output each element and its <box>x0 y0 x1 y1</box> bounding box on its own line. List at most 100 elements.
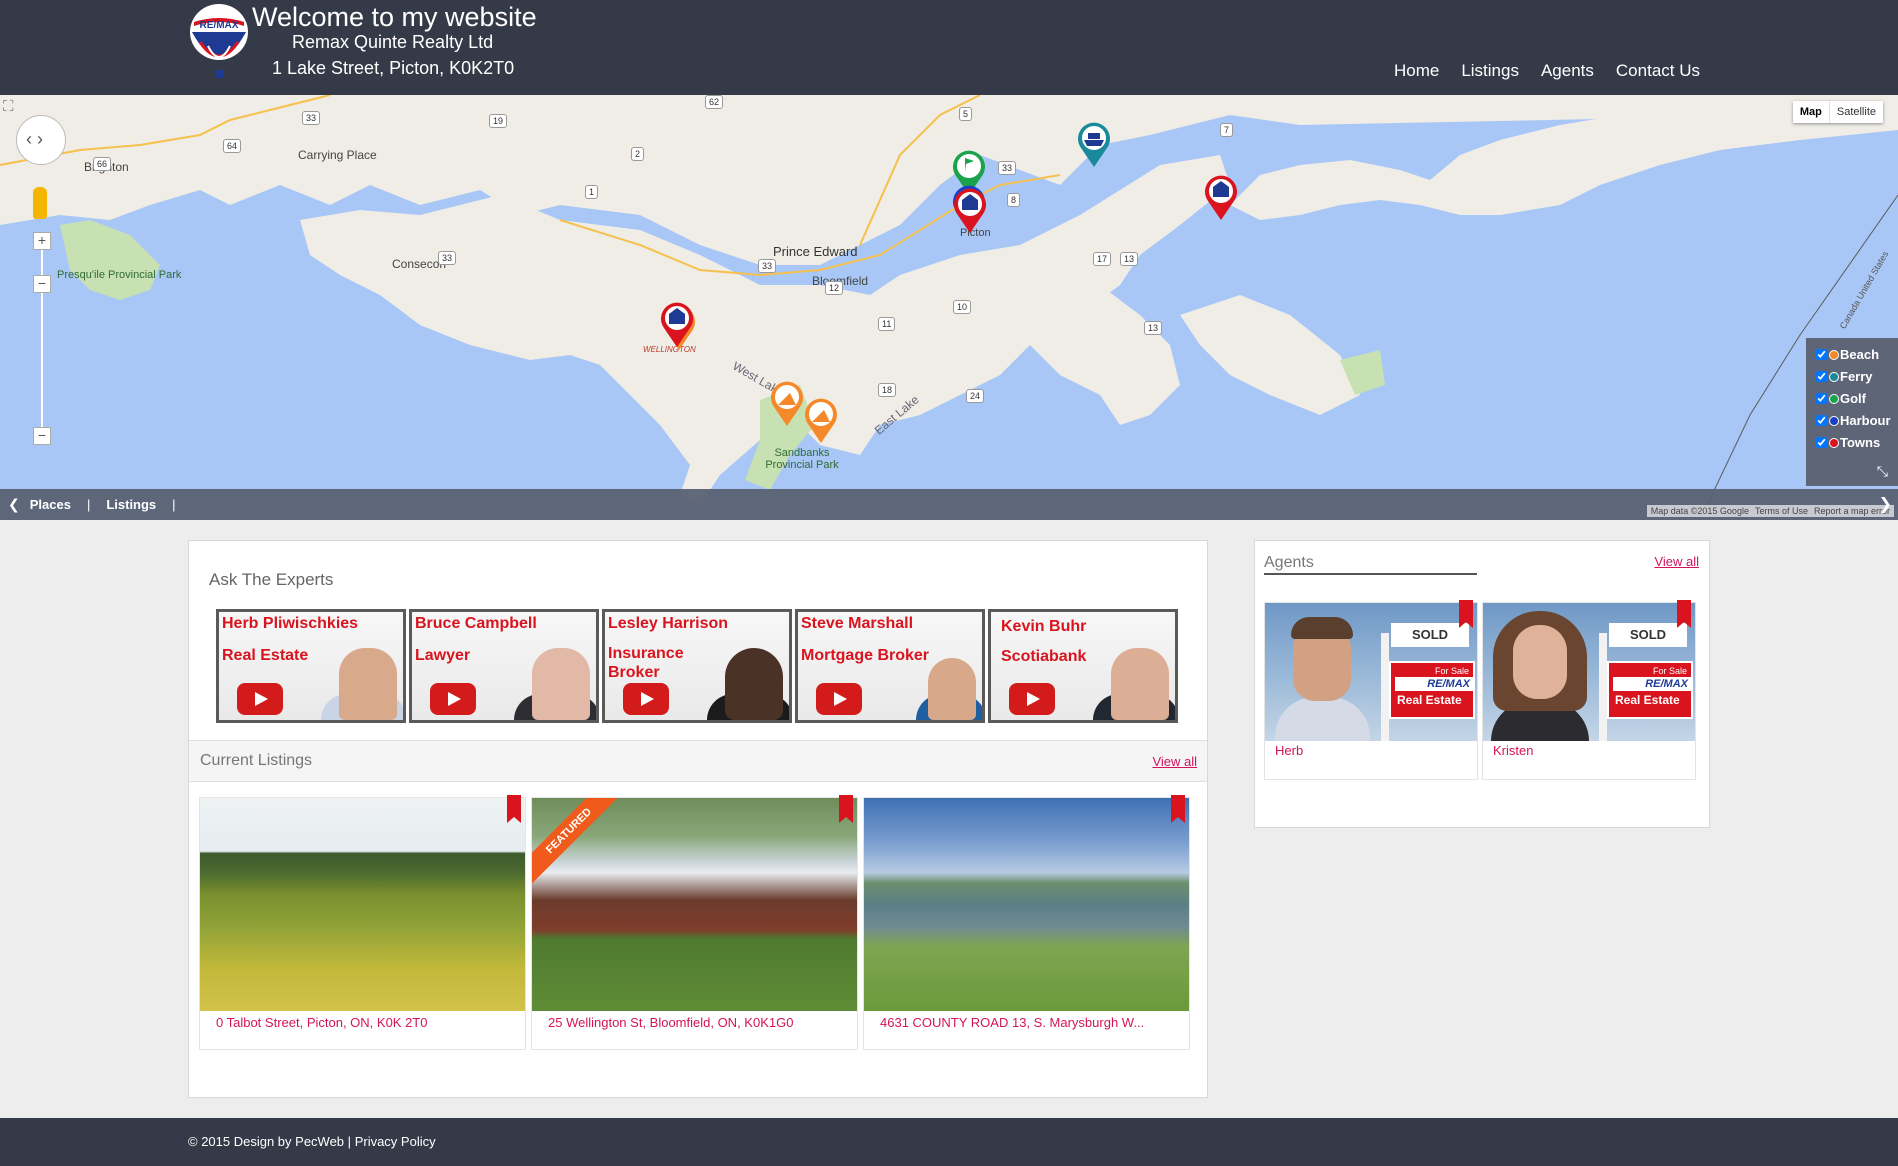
nav-contact-us[interactable]: Contact Us <box>1616 61 1700 81</box>
expert-name: Kevin Buhr <box>1001 618 1087 635</box>
main-nav: Home Listings Agents Contact Us <box>1394 61 1700 81</box>
expert-card[interactable]: Kevin Buhr Scotiabank <box>988 609 1178 723</box>
sign-post <box>1599 633 1607 741</box>
road-shield: 62 <box>705 95 724 109</box>
beach-marker-icon[interactable] <box>768 381 806 427</box>
expert-photo <box>725 648 783 720</box>
expert-name: Steve Marshall <box>801 615 914 632</box>
bookmark-icon[interactable] <box>1677 600 1691 628</box>
play-video-icon[interactable] <box>430 683 476 715</box>
for-sale-sign: For Sale RE/MAX Real Estate <box>1389 661 1475 719</box>
town-marker-icon[interactable] <box>951 188 989 234</box>
ferry-marker-icon[interactable] <box>1075 122 1113 168</box>
legend-checkbox[interactable] <box>1816 393 1827 404</box>
expert-name: Lesley Harrison <box>608 615 729 632</box>
places-tab[interactable]: Places <box>30 497 71 512</box>
bookmark-icon[interactable] <box>839 795 853 823</box>
town-marker-icon[interactable] <box>1202 175 1240 221</box>
listings-view-all-link[interactable]: View all <box>1152 754 1197 769</box>
play-video-icon[interactable] <box>1009 683 1055 715</box>
agent-photo[interactable]: SOLD For Sale RE/MAX Real Estate <box>1265 603 1477 741</box>
map-view[interactable]: ⛶ + − − Brighton Carrying Place Presqu'i… <box>0 95 1898 520</box>
expert-photo <box>339 648 397 720</box>
collapse-icon[interactable]: ⤡ <box>1877 463 1888 480</box>
agents-panel: Agents View all SOLD For Sale RE/MAX Rea… <box>1254 540 1710 828</box>
bookmark-icon[interactable] <box>1459 600 1473 628</box>
road-shield: 11 <box>878 317 896 331</box>
expert-card[interactable]: Bruce Campbell Lawyer <box>409 609 599 723</box>
play-video-icon[interactable] <box>623 683 669 715</box>
bookmark-icon[interactable] <box>1171 795 1185 823</box>
legend-checkbox[interactable] <box>1816 371 1827 382</box>
remax-balloon-logo[interactable]: RE/MAX <box>188 2 250 82</box>
map-type-map-button[interactable]: Map <box>1793 101 1829 123</box>
play-video-icon[interactable] <box>816 683 862 715</box>
zoom-slider[interactable] <box>41 235 43 435</box>
company-address: 1 Lake Street, Picton, K0K2T0 <box>272 58 515 78</box>
listing-photo[interactable]: FEATURED <box>532 798 857 1011</box>
map-legend: Beach Ferry Golf Harbour Towns ⤡ <box>1806 338 1898 486</box>
legend-checkbox[interactable] <box>1816 415 1827 426</box>
beach-marker-icon[interactable] <box>802 398 840 444</box>
for-sale-text: For Sale <box>1434 666 1469 676</box>
pan-control[interactable] <box>16 115 66 165</box>
town-marker-icon[interactable] <box>658 302 696 348</box>
agent-card[interactable]: SOLD For Sale RE/MAX Real Estate Herb <box>1264 600 1478 780</box>
expert-name: Herb Pliwischkies <box>222 615 359 632</box>
listing-address[interactable]: 4631 COUNTY ROAD 13, S. Marysburgh W... <box>880 1015 1180 1030</box>
listing-photo[interactable] <box>864 798 1189 1011</box>
expert-photo <box>928 658 976 720</box>
expert-card[interactable]: Lesley Harrison Insurance Broker <box>602 609 792 723</box>
expert-card[interactable]: Herb Pliwischkies Real Estate <box>216 609 406 723</box>
listings-tab[interactable]: Listings <box>106 497 156 512</box>
expert-role: Insurance Broker <box>608 645 684 681</box>
agent-photo[interactable]: SOLD For Sale RE/MAX Real Estate <box>1483 603 1695 741</box>
beach-icon <box>1829 349 1839 360</box>
road-shield: 13 <box>1120 252 1139 266</box>
nav-listings[interactable]: Listings <box>1461 61 1519 81</box>
terms-of-use-link[interactable]: Terms of Use <box>1755 506 1808 516</box>
map-label-prince-edward: Prince Edward <box>773 244 858 259</box>
listing-card[interactable]: FEATURED 25 Wellington St, Bloomfield, O… <box>531 795 858 1050</box>
expert-card[interactable]: Steve Marshall Mortgage Broker <box>795 609 985 723</box>
zoom-handle[interactable]: − <box>33 275 51 293</box>
listing-card[interactable]: 4631 COUNTY ROAD 13, S. Marysburgh W... <box>863 795 1190 1050</box>
chevron-left-icon[interactable]: ❮ <box>8 496 20 513</box>
listing-card[interactable]: 0 Talbot Street, Picton, ON, K0K 2T0 <box>199 795 526 1050</box>
agent-name[interactable]: Herb <box>1275 743 1303 758</box>
legend-item-beach[interactable]: Beach <box>1816 346 1898 363</box>
experts-title: Ask The Experts <box>209 570 334 589</box>
road-shield: 13 <box>1144 321 1163 335</box>
chevron-right-icon[interactable]: ❯ <box>1879 494 1892 514</box>
legend-checkbox[interactable] <box>1816 437 1827 448</box>
road-shield: 66 <box>93 157 112 171</box>
legend-item-towns[interactable]: Towns <box>1816 434 1898 451</box>
privacy-policy-link[interactable]: Privacy Policy <box>355 1134 436 1149</box>
listing-address[interactable]: 0 Talbot Street, Picton, ON, K0K 2T0 <box>216 1015 516 1030</box>
road-shield: 18 <box>878 383 897 397</box>
map-base <box>0 95 1898 520</box>
legend-item-harbour[interactable]: Harbour <box>1816 412 1898 429</box>
bookmark-icon[interactable] <box>507 795 521 823</box>
map-attribution: Map data ©2015 Google Terms of Use Repor… <box>1646 505 1894 517</box>
map-type-satellite-button[interactable]: Satellite <box>1828 101 1883 123</box>
agents-view-all-link[interactable]: View all <box>1654 554 1699 569</box>
listing-photo[interactable] <box>200 798 525 1011</box>
fullscreen-icon[interactable]: ⛶ <box>3 98 14 115</box>
legend-item-golf[interactable]: Golf <box>1816 390 1898 407</box>
legend-checkbox[interactable] <box>1816 349 1827 360</box>
play-video-icon[interactable] <box>237 683 283 715</box>
listing-address[interactable]: 25 Wellington St, Bloomfield, ON, K0K1G0 <box>548 1015 848 1030</box>
legend-label: Beach <box>1840 347 1880 362</box>
zoom-in-button[interactable]: + <box>33 232 51 250</box>
expert-role: Mortgage Broker <box>801 647 930 664</box>
agent-name[interactable]: Kristen <box>1493 743 1533 758</box>
road-shield: 24 <box>966 389 985 403</box>
street-view-pegman-icon[interactable] <box>33 187 47 219</box>
nav-home[interactable]: Home <box>1394 61 1439 81</box>
legend-item-ferry[interactable]: Ferry <box>1816 368 1898 385</box>
zoom-out-button[interactable]: − <box>33 427 51 445</box>
listings-header: Current Listings View all <box>189 740 1207 782</box>
agent-card[interactable]: SOLD For Sale RE/MAX Real Estate Kristen <box>1482 600 1696 780</box>
nav-agents[interactable]: Agents <box>1541 61 1594 81</box>
